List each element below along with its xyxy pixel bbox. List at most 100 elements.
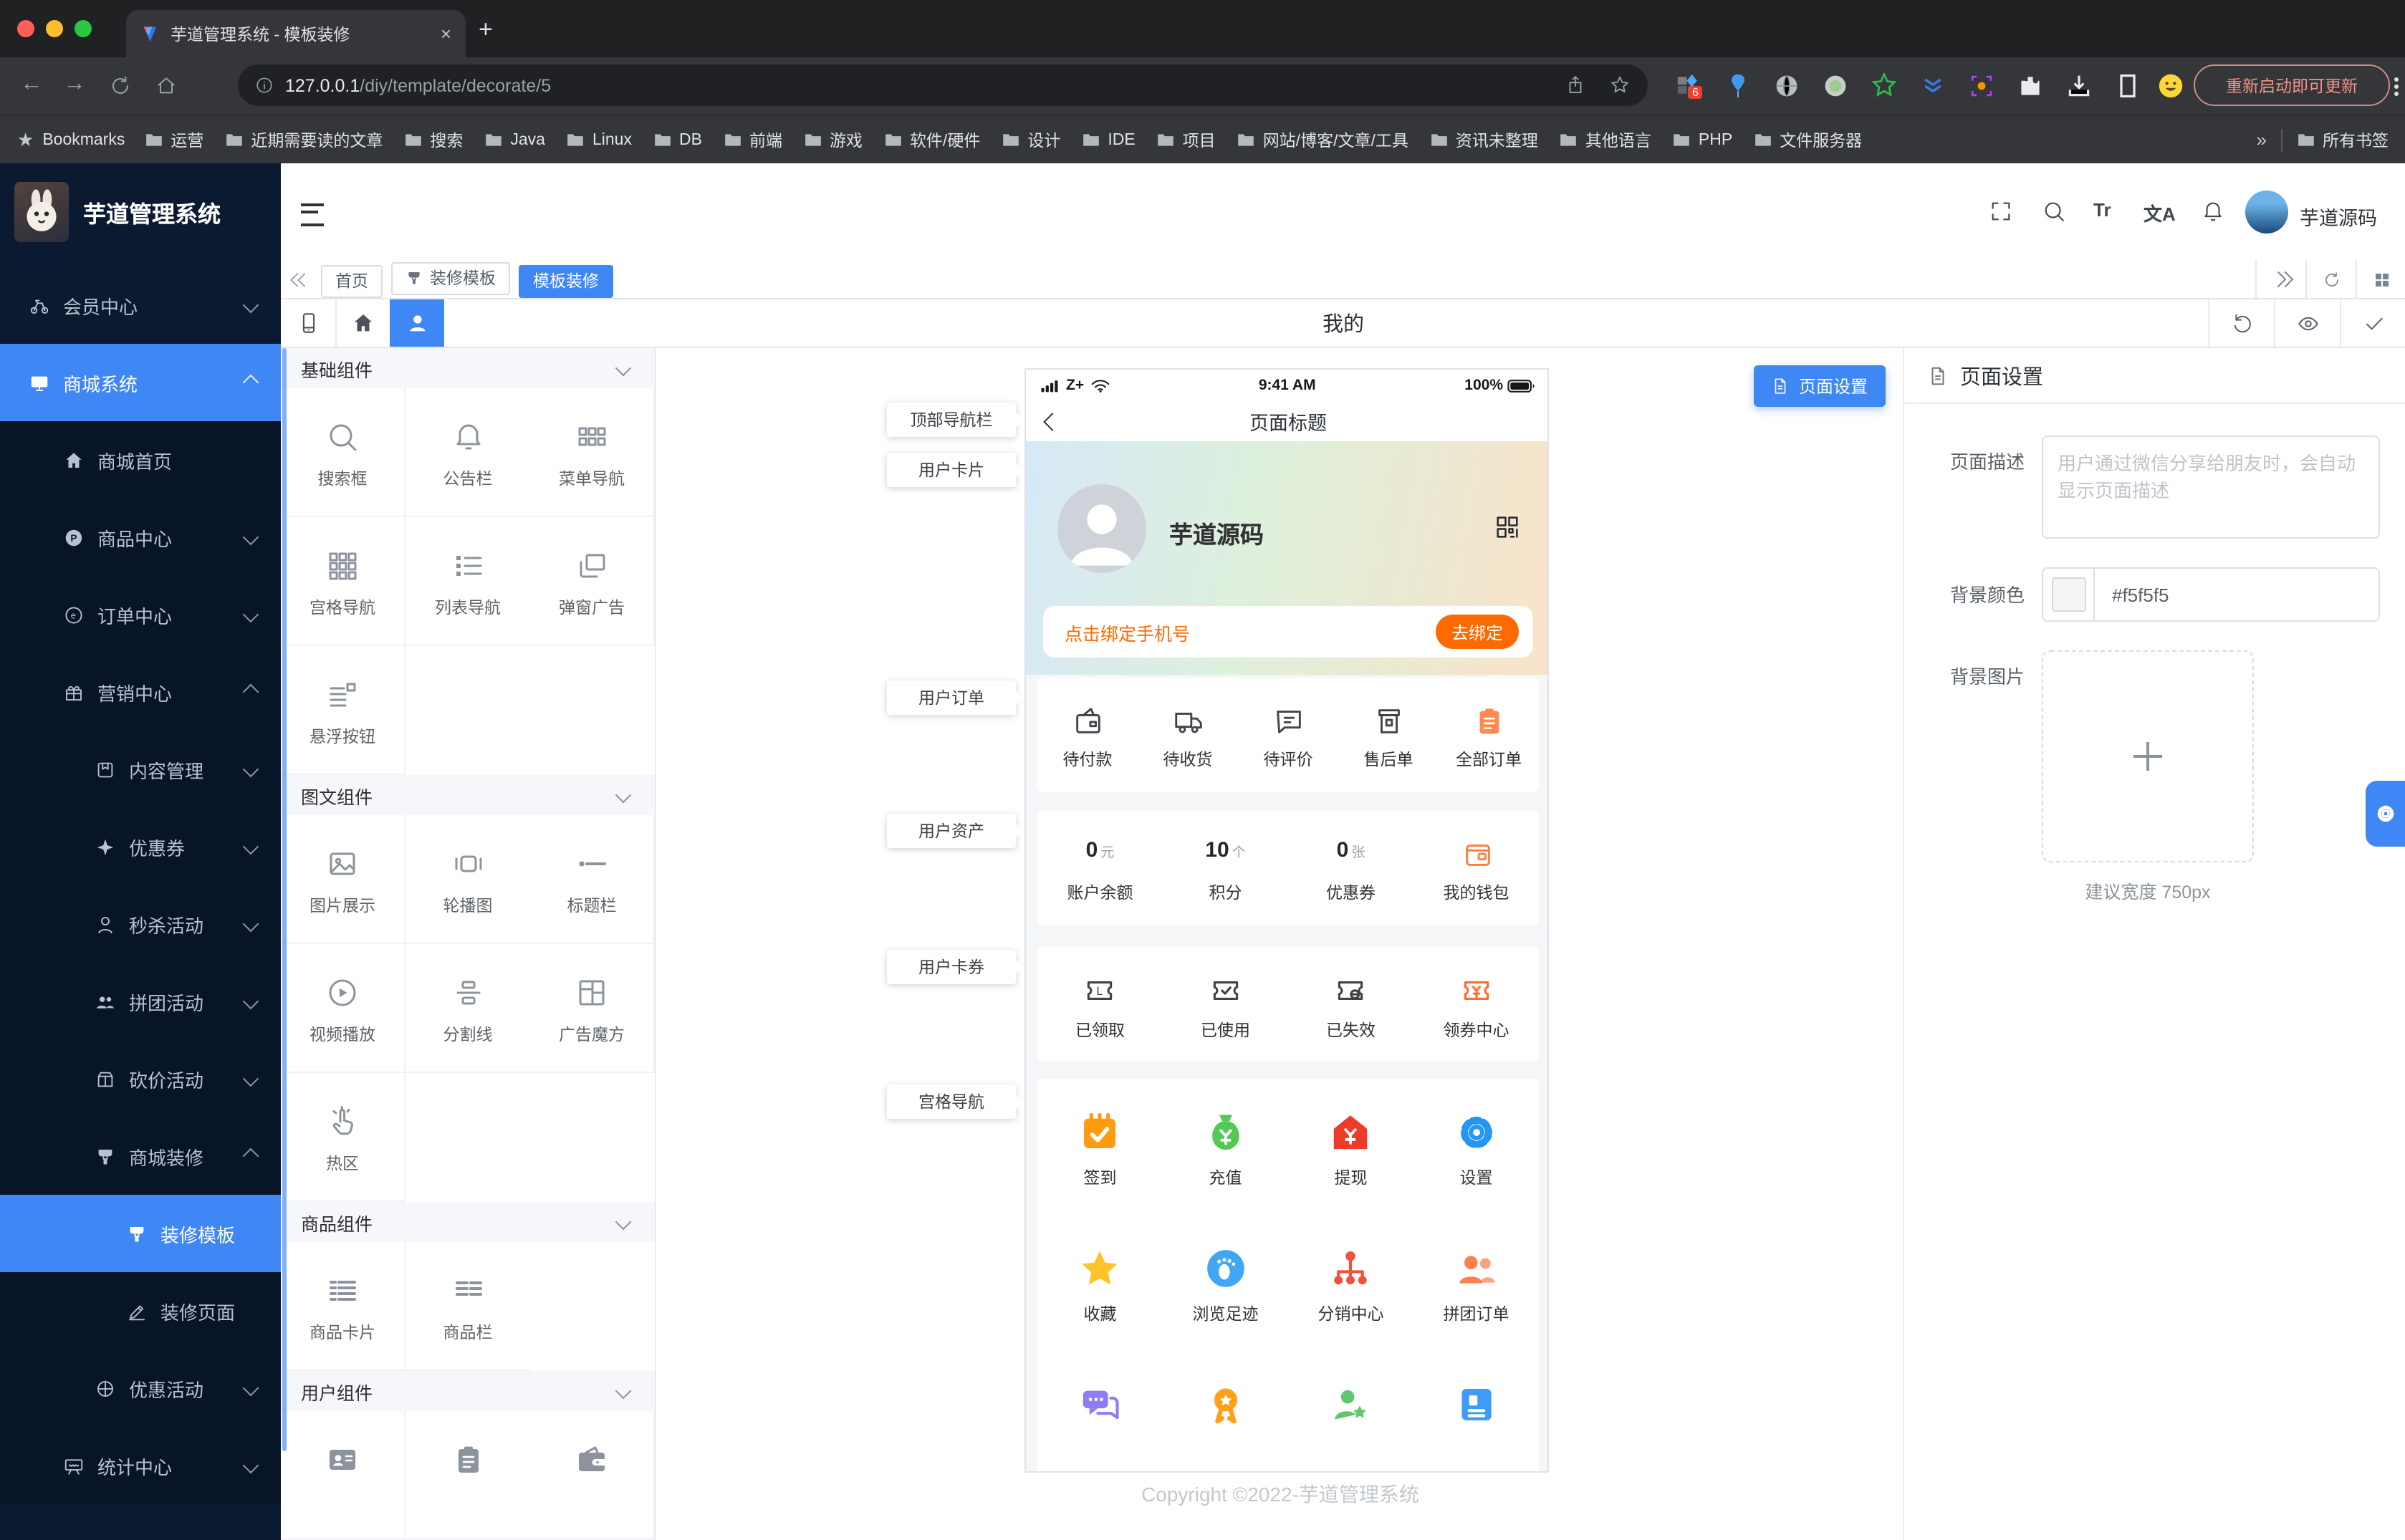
reload-icon[interactable] <box>109 74 132 97</box>
reset-icon[interactable] <box>2208 299 2274 347</box>
component-section-header[interactable]: 用户组件 <box>281 1371 655 1411</box>
back-icon[interactable]: ← <box>20 72 43 97</box>
browser-tab[interactable]: 芋道管理系统 - 模板装修 × <box>126 10 466 57</box>
bind-phone-bar[interactable]: 点击绑定手机号 去绑定 <box>1043 606 1533 658</box>
section-label-coupons[interactable]: 用户卡券 <box>887 950 1016 984</box>
bookmark-star-icon[interactable] <box>1609 74 1631 96</box>
component-item[interactable]: 图片展示 <box>281 815 405 944</box>
all-bookmarks[interactable]: 所有书签 <box>2297 128 2389 151</box>
collapse-sidebar-icon[interactable] <box>301 203 324 226</box>
app-logo[interactable]: 芋道管理系统 <box>0 163 281 261</box>
section-label-grid[interactable]: 宫格导航 <box>887 1084 1016 1119</box>
sidebar-item[interactable]: 统计中心 <box>0 1427 281 1504</box>
sidebar-item[interactable]: e 订单中心 <box>0 576 281 653</box>
extension-icon[interactable] <box>1969 73 1994 99</box>
close-tab-icon[interactable]: × <box>441 23 451 44</box>
address-bar[interactable]: 127.0.0.1/diy/template/decorate/5 <box>238 64 1648 106</box>
sidebar-item[interactable]: 拼团活动 <box>0 963 281 1040</box>
grid-nav-item[interactable]: 浏览足迹 <box>1163 1235 1288 1371</box>
sidebar-item[interactable]: 会员中心 <box>0 266 281 344</box>
forward-icon[interactable]: → <box>63 72 86 97</box>
component-item[interactable] <box>530 1411 655 1540</box>
phone-preview[interactable]: Z+ 9:41 AM 100% 页面标题 芋道源码 点击绑定手机号 去绑定 <box>1024 368 1549 1473</box>
component-item[interactable]: 列表导航 <box>405 517 530 646</box>
sidebar-item[interactable]: 装修页面 <box>0 1272 281 1349</box>
grid-nav-item[interactable]: 设置 <box>1413 1099 1539 1235</box>
qr-code-icon[interactable] <box>1493 513 1522 542</box>
component-item[interactable]: 分割线 <box>405 944 530 1073</box>
user-assets-widget[interactable]: 0元 账户余额 10个 积分 0张 优惠券 我的钱包 <box>1037 811 1539 925</box>
coupon-item[interactable]: 已失效 <box>1288 972 1413 1036</box>
bookmark-folder[interactable]: IDE <box>1082 128 1135 151</box>
component-item[interactable]: 搜索框 <box>281 388 405 517</box>
component-item[interactable]: 广告魔方 <box>530 944 655 1073</box>
translate-icon[interactable]: 文A <box>2144 199 2176 226</box>
browser-menu-icon[interactable] <box>2394 77 2399 82</box>
order-item[interactable]: 待付款 <box>1037 704 1138 766</box>
share-icon[interactable] <box>1565 74 1586 96</box>
font-size-icon[interactable]: Tr <box>2093 199 2111 221</box>
grid-nav-item[interactable]: 收藏 <box>1037 1235 1163 1371</box>
sidebar-item[interactable]: 商城首页 <box>0 421 281 499</box>
header-username[interactable]: 芋道源码 <box>2300 202 2377 231</box>
user-page-button[interactable] <box>390 299 444 347</box>
extension-icon[interactable] <box>2115 73 2141 99</box>
asset-item[interactable]: 我的钱包 <box>1413 837 1539 899</box>
bookmark-folder[interactable]: 近期需要读的文章 <box>225 128 383 151</box>
component-item[interactable]: 菜单导航 <box>530 388 655 517</box>
bookmark-folder[interactable]: 网站/博客/文章/工具 <box>1237 128 1408 151</box>
grid-nav-item[interactable]: 签到 <box>1037 1099 1163 1235</box>
settings-gear-fab[interactable] <box>2366 781 2405 847</box>
component-item[interactable]: 视频播放 <box>281 944 405 1073</box>
component-item[interactable] <box>281 1411 405 1540</box>
page-tab[interactable]: 装修模板 <box>391 261 510 294</box>
extension-icon[interactable] <box>1920 73 1946 99</box>
bookmarks-star-icon[interactable]: ★ <box>17 128 34 151</box>
page-tab[interactable]: 首页 <box>321 264 383 297</box>
component-item[interactable]: 轮播图 <box>405 815 530 944</box>
component-section-header[interactable]: 图文组件 <box>281 775 655 815</box>
bookmarks-bar-label[interactable]: Bookmarks <box>42 131 125 148</box>
bookmark-folder[interactable]: 设计 <box>1002 128 1060 151</box>
profile-avatar-icon[interactable] <box>2158 73 2184 99</box>
page-tab[interactable]: 模板装修 <box>519 264 613 297</box>
sidebar-item[interactable]: 优惠券 <box>0 808 281 885</box>
coupon-item[interactable]: L 已领取 <box>1037 972 1163 1036</box>
grid-nav-item[interactable] <box>1288 1371 1413 1473</box>
bookmarks-overflow-icon[interactable]: » <box>2257 129 2267 150</box>
sidebar-item[interactable]: 优惠活动 <box>0 1349 281 1427</box>
bookmark-folder[interactable]: 搜索 <box>404 128 463 151</box>
grid-nav-item[interactable]: 拼团订单 <box>1413 1235 1539 1371</box>
section-label-orders[interactable]: 用户订单 <box>887 680 1016 715</box>
order-item[interactable]: 全部订单 <box>1439 704 1539 766</box>
component-item[interactable]: 标题栏 <box>530 815 655 944</box>
component-item[interactable] <box>405 1411 530 1540</box>
page-settings-button[interactable]: 页面设置 <box>1754 365 1886 407</box>
user-card-widget[interactable]: 芋道源码 点击绑定手机号 去绑定 <box>1026 441 1549 675</box>
color-swatch[interactable] <box>2043 569 2095 620</box>
phone-nav-bar[interactable]: 页面标题 <box>1026 401 1549 441</box>
component-section-header[interactable]: 基础组件 <box>281 348 655 388</box>
sidebar-item[interactable]: 内容管理 <box>0 731 281 808</box>
save-check-icon[interactable] <box>2340 299 2405 347</box>
site-info-icon[interactable] <box>255 76 274 95</box>
extensions-puzzle-icon[interactable] <box>2017 73 2043 99</box>
extension-icon[interactable]: 6 <box>1676 73 1702 99</box>
coupon-item[interactable]: 领券中心 <box>1413 972 1539 1036</box>
component-item[interactable]: 商品卡片 <box>281 1242 405 1371</box>
home-icon[interactable] <box>155 74 178 97</box>
search-icon[interactable] <box>2042 199 2066 223</box>
bookmark-folder[interactable]: 前端 <box>724 128 782 151</box>
browser-update-button[interactable]: 重新启动即可更新 <box>2194 64 2390 106</box>
user-avatar[interactable] <box>2245 191 2288 234</box>
extension-icon[interactable] <box>1823 73 1848 99</box>
asset-item[interactable]: 0元 账户余额 <box>1037 837 1163 899</box>
asset-item[interactable]: 10个 积分 <box>1163 837 1288 899</box>
preview-eye-icon[interactable] <box>2274 299 2340 347</box>
grid-nav-item[interactable] <box>1413 1371 1539 1473</box>
user-orders-widget[interactable]: 待付款 待收货 待评价 售后单 全部订单 <box>1037 678 1539 792</box>
grid-nav-item[interactable]: 提现 <box>1288 1099 1413 1235</box>
refresh-page-icon[interactable] <box>2305 261 2356 298</box>
sidebar-item[interactable]: 砍价活动 <box>0 1040 281 1117</box>
bookmark-folder[interactable]: 游戏 <box>804 128 863 151</box>
